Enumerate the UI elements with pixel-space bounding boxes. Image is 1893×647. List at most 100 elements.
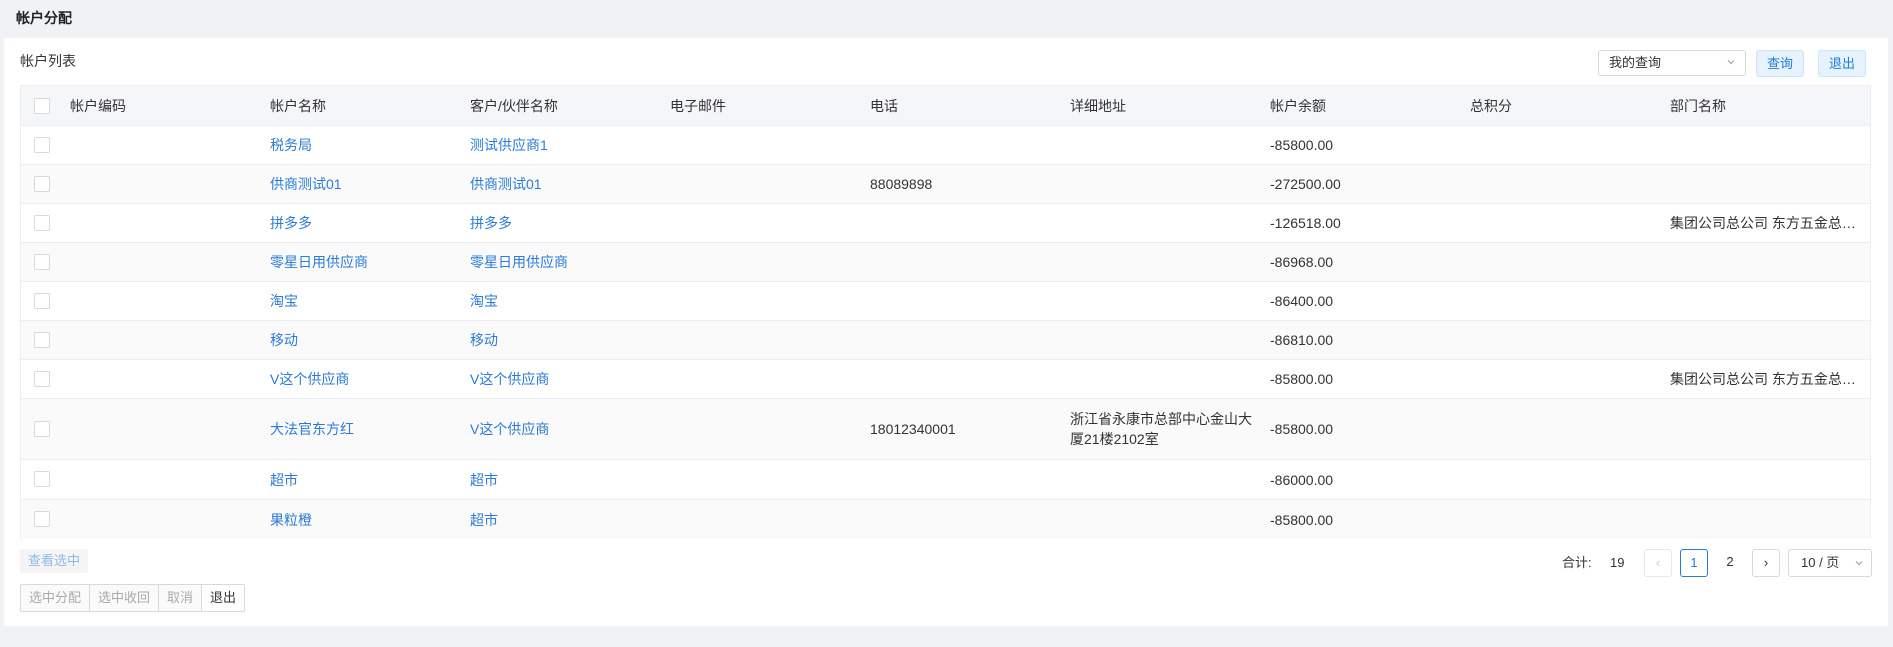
cell-account-name-link[interactable]: 超市 — [270, 460, 298, 499]
column-header-dept[interactable]: 部门名称 — [1670, 86, 1726, 125]
view-selected-button[interactable]: 查看选中 — [20, 549, 89, 573]
row-checkbox[interactable] — [34, 471, 50, 487]
table-row[interactable]: 税务局 测试供应商1 -85800.00 — [21, 126, 1870, 165]
cell-dept: 集团公司总公司 东方五金总公司 — [1670, 215, 1865, 231]
cell-balance: -86400.00 — [1270, 293, 1334, 309]
cell-dept — [1670, 126, 1865, 164]
cell-account-name-link[interactable]: 供商测试01 — [270, 165, 342, 203]
cell-partner-link[interactable]: V这个供应商 — [470, 399, 549, 459]
cell-balance: -86810.00 — [1270, 332, 1334, 348]
cell-account-name-link[interactable]: V这个供应商 — [270, 360, 349, 398]
cell-account-name-link[interactable]: 淘宝 — [270, 282, 298, 320]
cell-balance: -85800.00 — [1270, 511, 1334, 528]
cell-address: 浙江省永康市总部中心金山大厦21楼2102室 — [1070, 411, 1252, 447]
pagination-total: 19 — [1610, 555, 1625, 570]
page-size-select[interactable]: 10 / 页 — [1788, 549, 1872, 577]
cell-dept — [1670, 282, 1865, 320]
table-header-row: 帐户编码 帐户名称 客户/伙伴名称 电子邮件 电话 详细地址 帐户余额 总积分 … — [21, 86, 1870, 126]
table-row[interactable]: 果粒橙 超市 -85800.00 — [21, 500, 1870, 539]
cell-balance: -86000.00 — [1270, 471, 1334, 488]
table-row[interactable]: 移动 移动 -86810.00 — [21, 321, 1870, 360]
select-all-checkbox[interactable] — [34, 98, 50, 114]
cell-dept — [1670, 460, 1865, 499]
cancel-button[interactable]: 取消 — [159, 585, 203, 611]
cell-partner-link[interactable]: 零星日用供应商 — [470, 243, 568, 281]
cell-partner-link[interactable]: 淘宝 — [470, 282, 498, 320]
row-checkbox[interactable] — [34, 332, 50, 348]
table-row[interactable]: 超市 超市 -86000.00 — [21, 460, 1870, 500]
row-checkbox[interactable] — [34, 254, 50, 270]
column-header-partner[interactable]: 客户/伙伴名称 — [470, 86, 558, 125]
cell-dept — [1670, 500, 1865, 539]
row-checkbox[interactable] — [34, 371, 50, 387]
table-row[interactable]: 拼多多 拼多多 -126518.00 集团公司总公司 东方五金总公司 — [21, 204, 1870, 243]
cell-partner-link[interactable]: V这个供应商 — [470, 360, 549, 398]
cell-account-name-link[interactable]: 拼多多 — [270, 204, 312, 242]
cell-dept — [1670, 165, 1865, 203]
row-checkbox[interactable] — [34, 176, 50, 192]
cell-dept — [1670, 321, 1865, 359]
table-row[interactable]: 大法官东方红 V这个供应商 18012340001 浙江省永康市总部中心金山大厦… — [21, 399, 1870, 460]
page-size-value: 10 / 页 — [1801, 555, 1840, 570]
revoke-selected-button[interactable]: 选中收回 — [90, 585, 160, 611]
column-header-name[interactable]: 帐户名称 — [270, 86, 326, 125]
pagination-next-button[interactable]: › — [1752, 549, 1780, 577]
action-button-group: 选中分配 选中收回 取消 退出 — [20, 584, 246, 612]
pagination-total-label: 合计: — [1562, 555, 1592, 570]
cell-phone: 18012340001 — [870, 421, 956, 437]
column-header-phone[interactable]: 电话 — [870, 86, 898, 125]
table-row[interactable]: 供商测试01 供商测试01 88089898 -272500.00 — [21, 165, 1870, 204]
cell-account-name-link[interactable]: 果粒橙 — [270, 500, 312, 539]
column-header-balance[interactable]: 帐户余额 — [1270, 86, 1326, 125]
cell-partner-link[interactable]: 拼多多 — [470, 204, 512, 242]
column-header-email[interactable]: 电子邮件 — [670, 86, 726, 125]
pagination-page-2[interactable]: 2 — [1716, 549, 1744, 577]
chevron-down-icon — [1727, 60, 1735, 65]
table-row[interactable]: 零星日用供应商 零星日用供应商 -86968.00 — [21, 243, 1870, 282]
cell-account-name-link[interactable]: 零星日用供应商 — [270, 243, 368, 281]
chevron-down-icon — [1855, 561, 1863, 566]
cell-partner-link[interactable]: 测试供应商1 — [470, 126, 548, 164]
row-checkbox[interactable] — [34, 293, 50, 309]
cell-balance: -85800.00 — [1270, 137, 1334, 153]
list-title: 帐户列表 — [20, 53, 76, 69]
cell-partner-link[interactable]: 移动 — [470, 321, 498, 359]
account-list-panel: 帐户列表 我的查询 查询 退出 帐户编码 帐户名称 客户/伙伴名称 电子邮件 电… — [4, 38, 1888, 626]
saved-query-value: 我的查询 — [1609, 55, 1662, 70]
saved-query-select[interactable]: 我的查询 — [1598, 50, 1746, 76]
chevron-left-icon: ‹ — [1655, 555, 1661, 570]
column-header-code[interactable]: 帐户编码 — [70, 86, 126, 125]
chevron-right-icon: › — [1763, 555, 1769, 570]
cell-account-name-link[interactable]: 移动 — [270, 321, 298, 359]
page-title: 帐户分配 — [16, 10, 72, 26]
row-checkbox[interactable] — [34, 137, 50, 153]
query-button[interactable]: 查询 — [1756, 50, 1805, 77]
cell-partner-link[interactable]: 超市 — [470, 460, 498, 499]
cell-partner-link[interactable]: 供商测试01 — [470, 165, 542, 203]
pagination-prev-button[interactable]: ‹ — [1644, 549, 1672, 577]
row-checkbox[interactable] — [34, 421, 50, 437]
column-header-points[interactable]: 总积分 — [1470, 86, 1512, 125]
cell-account-name-link[interactable]: 大法官东方红 — [270, 399, 354, 459]
cell-balance: -272500.00 — [1270, 176, 1341, 192]
table-row[interactable]: 淘宝 淘宝 -86400.00 — [21, 282, 1870, 321]
exit-button[interactable]: 退出 — [1818, 50, 1867, 77]
pagination-page-1[interactable]: 1 — [1680, 549, 1708, 577]
cell-balance: -85800.00 — [1270, 371, 1334, 387]
cell-phone: 88089898 — [870, 176, 933, 192]
cell-dept: 集团公司总公司 东方五金总公司 — [1670, 371, 1865, 387]
row-checkbox[interactable] — [34, 215, 50, 231]
table-row[interactable]: V这个供应商 V这个供应商 -85800.00 集团公司总公司 东方五金总公司 — [21, 360, 1870, 399]
row-checkbox[interactable] — [34, 511, 50, 527]
cell-account-name-link[interactable]: 税务局 — [270, 126, 312, 164]
cell-balance: -85800.00 — [1270, 421, 1334, 437]
account-table: 帐户编码 帐户名称 客户/伙伴名称 电子邮件 电话 详细地址 帐户余额 总积分 … — [20, 85, 1871, 539]
cell-balance: -86968.00 — [1270, 254, 1334, 270]
assign-selected-button[interactable]: 选中分配 — [21, 585, 91, 611]
cell-partner-link[interactable]: 超市 — [470, 500, 498, 539]
cell-dept — [1670, 399, 1865, 459]
cell-dept — [1670, 243, 1865, 281]
footer-exit-button[interactable]: 退出 — [202, 585, 245, 611]
cell-balance: -126518.00 — [1270, 215, 1341, 231]
column-header-address[interactable]: 详细地址 — [1070, 86, 1126, 125]
